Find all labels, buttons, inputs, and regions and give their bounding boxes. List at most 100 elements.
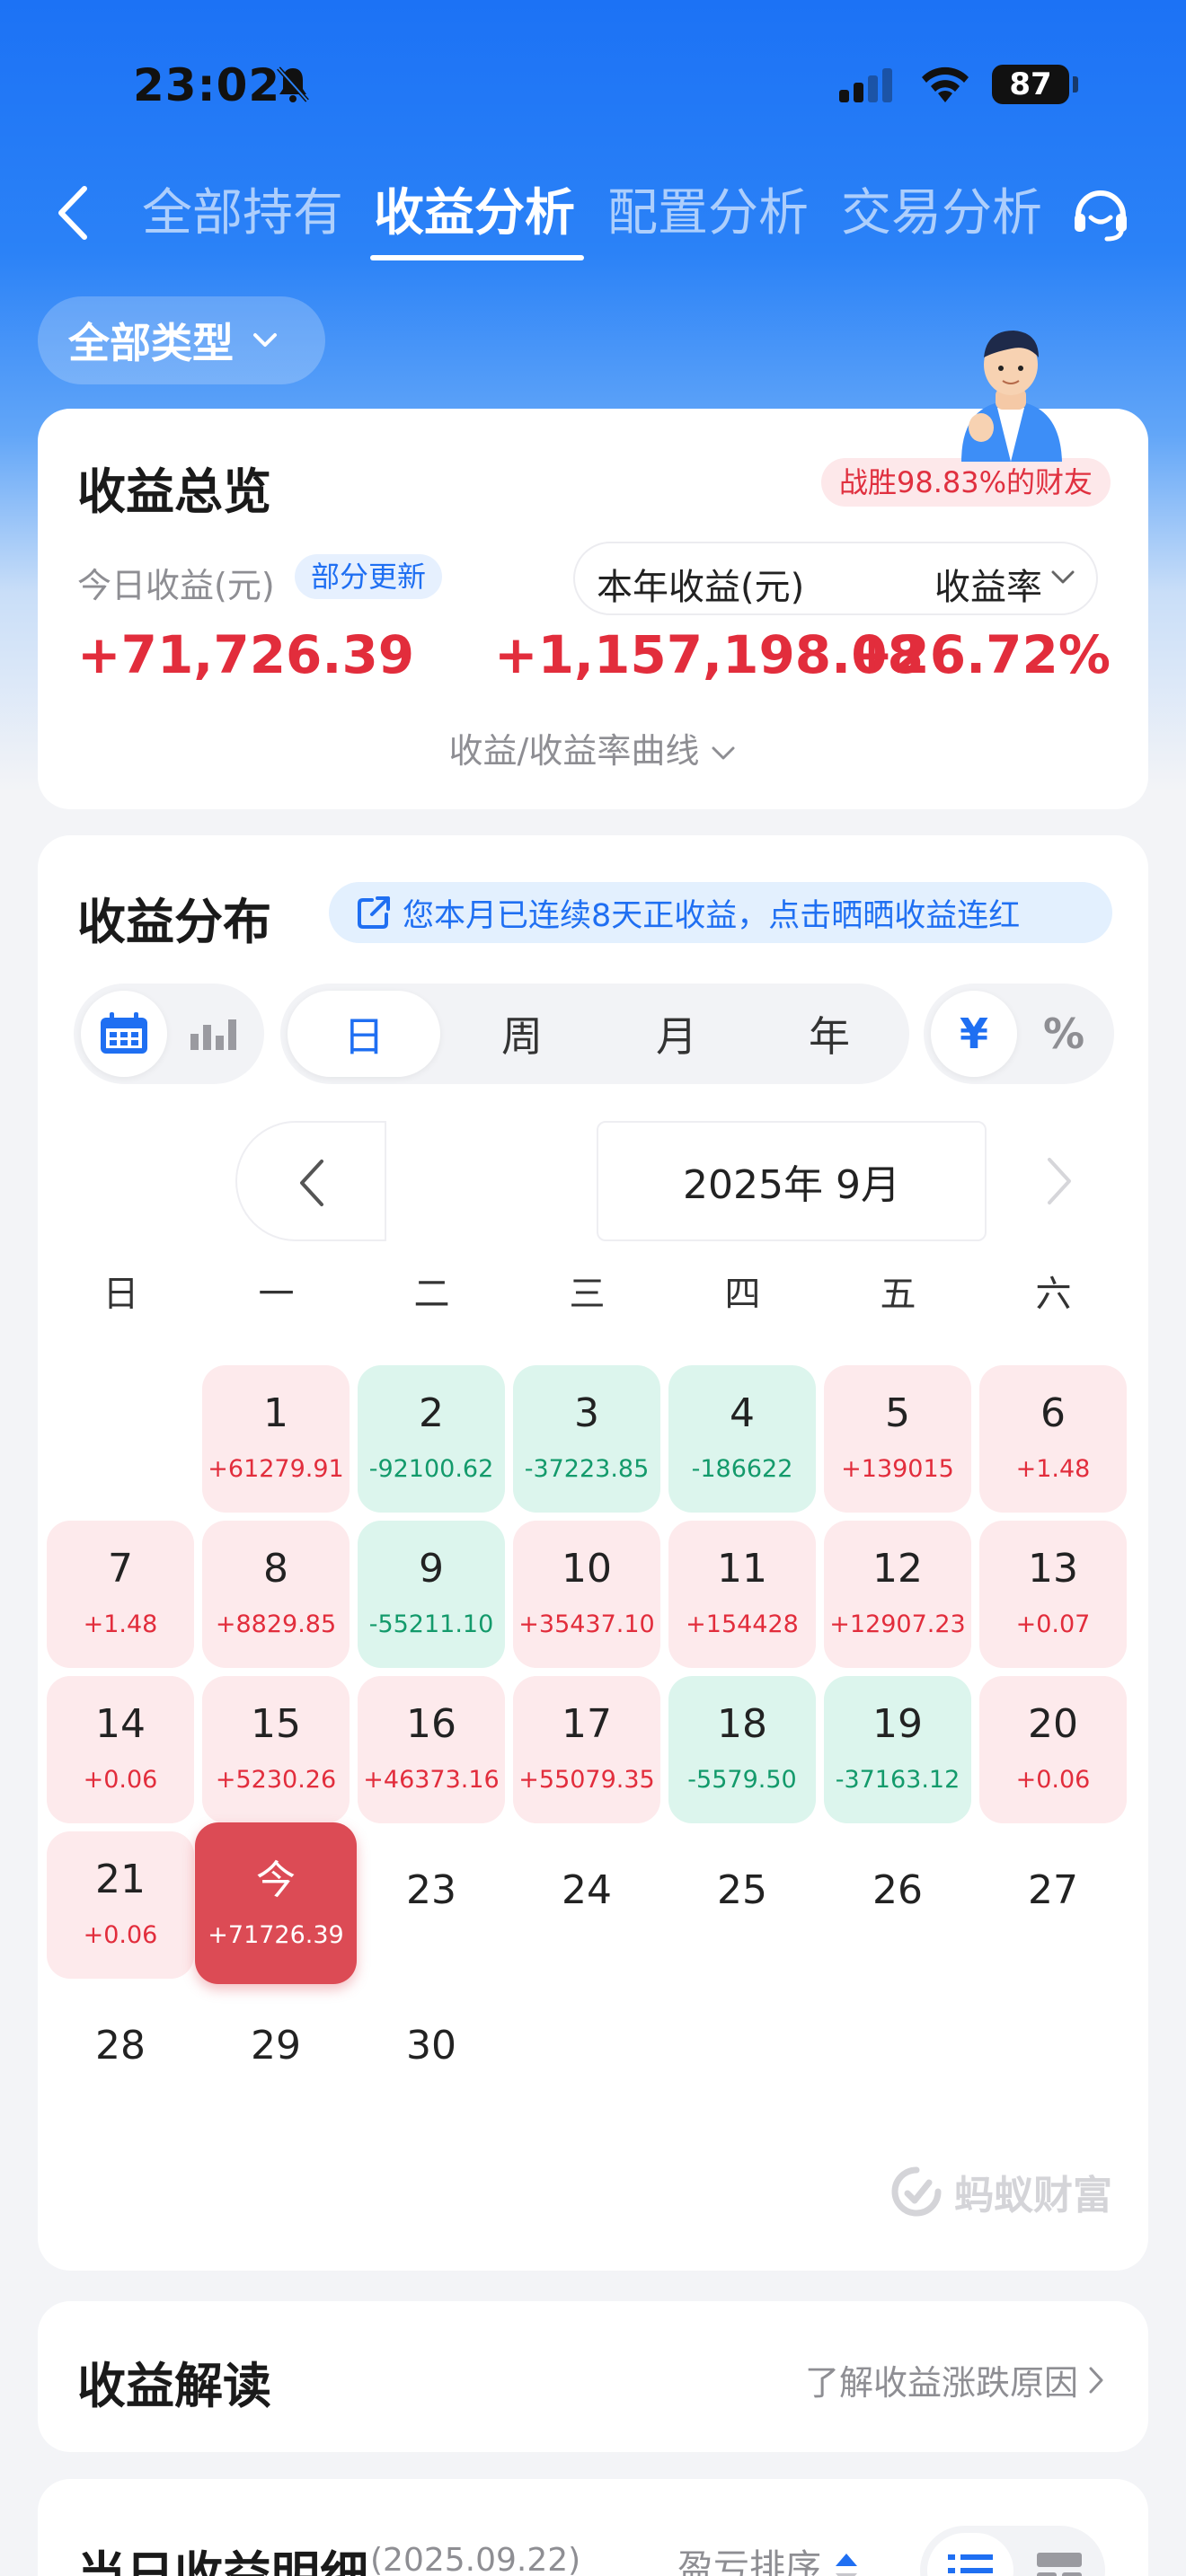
day-number: 21 — [95, 1857, 146, 1902]
interpretation-link-text: 了解收益涨跌原因 — [804, 2363, 1078, 2403]
calendar-day[interactable]: 21 +0.06 — [47, 1831, 194, 1979]
sort-button[interactable]: 盈亏排序 — [677, 2538, 860, 2576]
calendar-day[interactable]: 28 — [47, 1987, 194, 2134]
calendar-day[interactable]: 12 +12907.23 — [824, 1521, 971, 1668]
distribution-title: 收益分布 — [77, 894, 271, 950]
day-profit-value: +46373.16 — [363, 1766, 500, 1794]
day-number: 15 — [251, 1701, 301, 1747]
period-week[interactable]: 周 — [446, 991, 598, 1077]
day-number: 8 — [263, 1546, 288, 1592]
calendar-day[interactable]: 10 +35437.10 — [513, 1521, 660, 1668]
calendar-day[interactable]: 25 — [668, 1831, 816, 1979]
day-profit-value: -37163.12 — [835, 1766, 960, 1794]
curve-toggle-label: 收益/收益率曲线 — [448, 731, 700, 771]
calendar-day[interactable]: 24 — [513, 1831, 660, 1979]
calendar-day[interactable]: 8 +8829.85 — [202, 1521, 350, 1668]
year-rate-selector[interactable]: 本年收益(元) 收益率 — [573, 542, 1098, 615]
day-number: 6 — [1040, 1390, 1066, 1436]
list-view-button[interactable] — [927, 2533, 1013, 2576]
calendar-day[interactable]: 9 -55211.10 — [358, 1521, 505, 1668]
calendar-day[interactable]: 1 +61279.91 — [202, 1365, 350, 1513]
daily-detail-card: 当日收益明细 (2025.09.22) 盈亏排序 — [38, 2479, 1148, 2576]
today-profit-label: 今日收益(元) — [77, 566, 275, 605]
bar-chart-view-button[interactable] — [171, 991, 257, 1077]
back-arrow-icon[interactable] — [50, 181, 95, 244]
brand-text: 蚂蚁财富 — [954, 2173, 1112, 2219]
wifi-icon — [922, 66, 969, 102]
beat-percentile-badge[interactable]: 战胜98.83%的财友 — [820, 458, 1111, 507]
overview-title: 收益总览 — [77, 463, 271, 520]
today-profit-value: +71,726.39 — [77, 624, 415, 685]
day-number: 30 — [406, 2023, 456, 2069]
calendar-day[interactable]: 16 +46373.16 — [358, 1676, 505, 1823]
calendar-day[interactable]: 23 — [358, 1831, 505, 1979]
calendar-day[interactable]: 3 -37223.85 — [513, 1365, 660, 1513]
day-number: 24 — [562, 1867, 612, 1913]
chevron-down-icon — [712, 746, 735, 759]
type-filter-dropdown[interactable]: 全部类型 — [38, 296, 325, 384]
day-number: 14 — [95, 1701, 146, 1747]
unit-yuan-button[interactable]: ¥ — [931, 991, 1017, 1077]
detail-date: (2025.09.22) — [370, 2542, 581, 2576]
calendar-day[interactable]: 5 +139015 — [824, 1365, 971, 1513]
calendar-day[interactable]: 7 +1.48 — [47, 1521, 194, 1668]
day-profit-value: +1.48 — [83, 1610, 158, 1638]
day-number: 2 — [419, 1390, 444, 1436]
prev-month-button[interactable] — [235, 1121, 386, 1241]
unit-percent-button[interactable]: % — [1021, 991, 1107, 1077]
customer-service-icon[interactable] — [1069, 181, 1132, 244]
unit-toggle: ¥ % — [924, 984, 1114, 1084]
day-number: 5 — [885, 1390, 910, 1436]
grid-view-button[interactable] — [1021, 2533, 1098, 2576]
sort-arrows-icon — [835, 2554, 857, 2576]
period-day[interactable]: 日 — [288, 991, 440, 1077]
day-number: 26 — [872, 1867, 923, 1913]
calendar-day[interactable]: 15 +5230.26 — [202, 1676, 350, 1823]
calendar-icon — [101, 1012, 147, 1054]
tab-profit-analysis[interactable]: 收益分析 — [374, 172, 575, 245]
calendar-day[interactable]: 6 +1.48 — [979, 1365, 1127, 1513]
period-month[interactable]: 月 — [600, 991, 753, 1077]
weekday-header: 五 — [880, 1274, 916, 1315]
day-profit-value: +0.07 — [1015, 1610, 1091, 1638]
tab-allocation-analysis[interactable]: 配置分析 — [607, 172, 809, 245]
tab-trade-analysis[interactable]: 交易分析 — [841, 172, 1042, 245]
calendar-day[interactable]: 27 — [979, 1831, 1127, 1979]
period-year[interactable]: 年 — [753, 991, 906, 1077]
calendar-day[interactable]: 29 — [202, 1987, 350, 2134]
ant-fortune-logo-icon — [891, 2166, 942, 2217]
interpretation-link[interactable]: 了解收益涨跌原因 — [805, 2355, 1105, 2404]
calendar-day[interactable]: 4 -186622 — [668, 1365, 816, 1513]
status-bar: 23:02 87 — [0, 54, 1186, 119]
calendar-day[interactable]: 17 +55079.35 — [513, 1676, 660, 1823]
calendar-view-button[interactable] — [81, 991, 167, 1077]
calendar-day[interactable]: 20 +0.06 — [979, 1676, 1127, 1823]
weekday-header: 二 — [413, 1274, 450, 1315]
partial-update-badge[interactable]: 部分更新 — [295, 554, 443, 599]
calendar-day[interactable]: 14 +0.06 — [47, 1676, 194, 1823]
calendar-day[interactable]: 30 — [358, 1987, 505, 2134]
calendar-day-today[interactable]: 今 +71726.39 — [195, 1822, 357, 1984]
calendar-day[interactable]: 18 -5579.50 — [668, 1676, 816, 1823]
day-number: 29 — [251, 2023, 301, 2069]
tab-all-holdings[interactable]: 全部持有 — [142, 172, 343, 245]
chart-type-toggle — [74, 984, 264, 1084]
calendar-day[interactable]: 11 +154428 — [668, 1521, 816, 1668]
calendar-day[interactable]: 19 -37163.12 — [824, 1676, 971, 1823]
streak-share-banner[interactable]: 您本月已连续8天正收益，点击晒晒收益连红 — [329, 882, 1112, 943]
calendar-day[interactable]: 13 +0.07 — [979, 1521, 1127, 1668]
next-month-button[interactable] — [994, 1121, 1145, 1241]
type-filter-label: 全部类型 — [68, 319, 234, 367]
weekday-header: 日 — [102, 1274, 139, 1315]
day-number: 25 — [717, 1867, 767, 1913]
calendar-day[interactable]: 2 -92100.62 — [358, 1365, 505, 1513]
curve-toggle[interactable]: 收益/收益率曲线 — [38, 723, 1148, 772]
brand-watermark: 蚂蚁财富 — [890, 2163, 1112, 2220]
day-number: 12 — [872, 1546, 923, 1592]
profit-interpretation-card[interactable]: 收益解读 了解收益涨跌原因 — [38, 2301, 1148, 2452]
calendar-day[interactable]: 26 — [824, 1831, 971, 1979]
profit-distribution-card: 收益分布 您本月已连续8天正收益，点击晒晒收益连红 日 周 月 年 ¥ % 20… — [38, 835, 1148, 2271]
day-profit-value: -186622 — [691, 1455, 793, 1483]
month-navigator: 2025年 9月 — [235, 1121, 1071, 1241]
current-month-label[interactable]: 2025年 9月 — [597, 1121, 987, 1241]
